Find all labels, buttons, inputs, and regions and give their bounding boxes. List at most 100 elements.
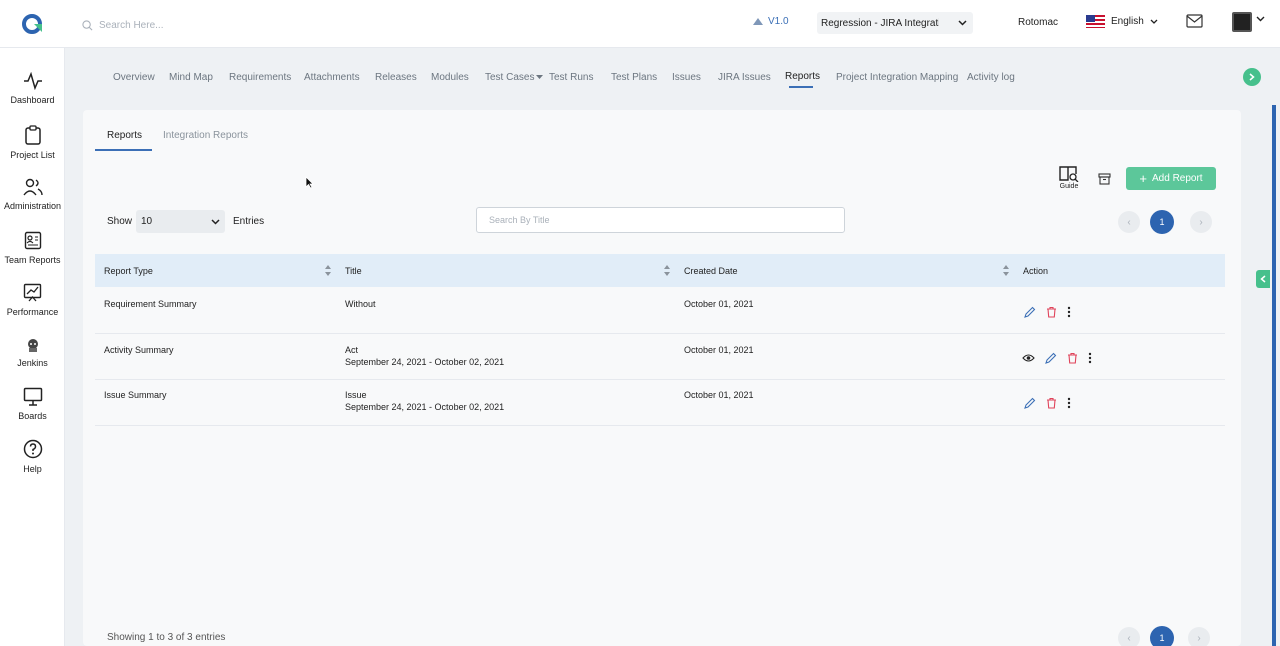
page-scrollbar[interactable]: [1272, 105, 1276, 646]
language-select[interactable]: English: [1086, 15, 1158, 28]
table-row: Issue Summary Issue September 24, 2021 -…: [95, 380, 1225, 426]
tab-test-plans[interactable]: Test Plans: [611, 72, 657, 83]
sidebar-item-label: Team Reports: [4, 255, 61, 265]
view-icon[interactable]: [1022, 353, 1035, 363]
tab-reports-sub[interactable]: Reports: [107, 130, 142, 141]
users-icon: [22, 178, 43, 196]
sidebar-item-jenkins[interactable]: Jenkins: [0, 338, 65, 368]
version-label: V1.0: [768, 16, 789, 27]
user-name[interactable]: Rotomac: [1018, 17, 1058, 28]
sidebar-item-dashboard[interactable]: Dashboard: [0, 72, 65, 105]
pagination-next-button[interactable]: ›: [1190, 211, 1212, 233]
board-icon: [23, 387, 42, 406]
sidebar-item-administration[interactable]: Administration: [0, 178, 65, 211]
more-vertical-icon[interactable]: [1088, 352, 1092, 364]
tab-overview[interactable]: Overview: [113, 72, 155, 83]
chevron-right-icon: [1249, 73, 1255, 81]
sidebar-item-label: Help: [23, 464, 42, 474]
tab-mind-map[interactable]: Mind Map: [169, 72, 213, 83]
pagination-prev-button[interactable]: ‹: [1118, 211, 1140, 233]
sidebar-item-label: Jenkins: [17, 358, 48, 368]
archive-icon[interactable]: [1098, 173, 1111, 185]
tab-attachments[interactable]: Attachments: [304, 72, 360, 83]
column-header-report-type[interactable]: Report Type: [104, 254, 153, 287]
project-select[interactable]: Regression - JIRA Integration: [817, 12, 973, 34]
left-sidebar: Dashboard Project List Administration Te…: [0, 48, 65, 646]
entries-select-value: 10: [141, 216, 153, 227]
tab-test-cases-label: Test Cases: [485, 72, 535, 83]
table-header: Report Type Title Created Date Action: [95, 254, 1225, 287]
tab-test-cases[interactable]: Test Cases: [485, 72, 544, 83]
more-vertical-icon[interactable]: [1067, 306, 1071, 318]
column-header-title[interactable]: Title: [345, 254, 362, 287]
language-label: English: [1111, 16, 1144, 27]
edit-icon[interactable]: [1045, 352, 1057, 364]
avatar[interactable]: [1232, 12, 1252, 32]
cell-created-date: October 01, 2021: [684, 299, 754, 309]
tab-requirements[interactable]: Requirements: [229, 72, 291, 83]
caret-down-icon: [536, 75, 544, 79]
tab-modules[interactable]: Modules: [431, 72, 469, 83]
chevron-left-icon: [1260, 275, 1266, 283]
column-header-label: Action: [1023, 265, 1049, 276]
edit-icon[interactable]: [1024, 397, 1036, 409]
side-panel-toggle[interactable]: [1256, 270, 1270, 288]
guide-button[interactable]: Guide: [1059, 165, 1079, 190]
chart-icon: [23, 283, 42, 302]
active-tab-underline: [789, 86, 813, 88]
mail-icon[interactable]: [1186, 14, 1203, 28]
delete-icon[interactable]: [1067, 352, 1078, 364]
global-search-input[interactable]: Search Here...: [99, 20, 163, 31]
sidebar-item-label: Performance: [6, 307, 59, 317]
chevron-right-icon: ›: [1197, 632, 1201, 644]
show-label: Show: [107, 216, 133, 227]
more-vertical-icon[interactable]: [1067, 397, 1071, 409]
delete-icon[interactable]: [1046, 306, 1057, 318]
top-bar: Search Here... V1.0 Regression - JIRA In…: [0, 0, 1280, 48]
tab-jira-issues[interactable]: JIRA Issues: [718, 72, 771, 83]
table-info: Showing 1 to 3 of 3 entries: [107, 632, 226, 643]
sidebar-item-label: Boards: [18, 411, 47, 421]
sidebar-item-team-reports[interactable]: Team Reports: [0, 231, 65, 265]
entries-select[interactable]: 10: [136, 210, 225, 233]
delete-icon[interactable]: [1046, 397, 1057, 409]
project-select-value: Regression - JIRA Integration: [821, 17, 939, 29]
column-header-created-date[interactable]: Created Date: [684, 254, 738, 287]
sidebar-item-label: Project List: [10, 150, 55, 160]
sidebar-item-boards[interactable]: Boards: [0, 387, 65, 421]
sidebar-item-project-list[interactable]: Project List: [0, 125, 65, 160]
chevron-left-icon: ‹: [1127, 632, 1131, 644]
title-search-input[interactable]: Search By Title: [476, 207, 845, 233]
subtab-underline: [95, 149, 152, 151]
tab-integration-reports[interactable]: Integration Reports: [163, 130, 248, 141]
row-actions: [1024, 306, 1071, 318]
nav-scroll-right-button[interactable]: [1243, 68, 1261, 86]
sidebar-item-help[interactable]: Help: [0, 439, 65, 474]
tab-activity-log[interactable]: Activity log: [967, 72, 1015, 83]
tab-test-runs[interactable]: Test Runs: [549, 72, 593, 83]
chevron-down-icon[interactable]: [1256, 16, 1265, 22]
column-header-label: Report Type: [104, 265, 153, 276]
add-report-button[interactable]: + Add Report: [1126, 167, 1216, 190]
global-search[interactable]: Search Here...: [82, 16, 382, 34]
sidebar-item-performance[interactable]: Performance: [0, 283, 65, 317]
tab-issues[interactable]: Issues: [672, 72, 701, 83]
entries-label: Entries: [233, 216, 265, 227]
chevron-left-icon: ‹: [1127, 216, 1131, 228]
sort-icon[interactable]: [664, 265, 670, 276]
column-header-action: Action: [1023, 254, 1048, 287]
tab-reports[interactable]: Reports: [785, 71, 820, 82]
tab-project-integration-mapping[interactable]: Project Integration Mapping: [836, 72, 958, 83]
sort-icon[interactable]: [1003, 265, 1009, 276]
pagination-next-button[interactable]: ›: [1188, 627, 1210, 646]
pagination-prev-button[interactable]: ‹: [1118, 627, 1140, 646]
pagination-current-page[interactable]: 1: [1150, 210, 1174, 234]
tab-releases[interactable]: Releases: [375, 72, 417, 83]
sort-icon[interactable]: [325, 265, 331, 276]
pagination-current-page[interactable]: 1: [1150, 626, 1174, 646]
cell-title-range: September 24, 2021 - October 02, 2021: [345, 357, 505, 367]
app-logo-icon[interactable]: [22, 13, 44, 35]
guide-label: Guide: [1059, 183, 1079, 190]
column-header-label: Title: [345, 265, 362, 276]
edit-icon[interactable]: [1024, 306, 1036, 318]
